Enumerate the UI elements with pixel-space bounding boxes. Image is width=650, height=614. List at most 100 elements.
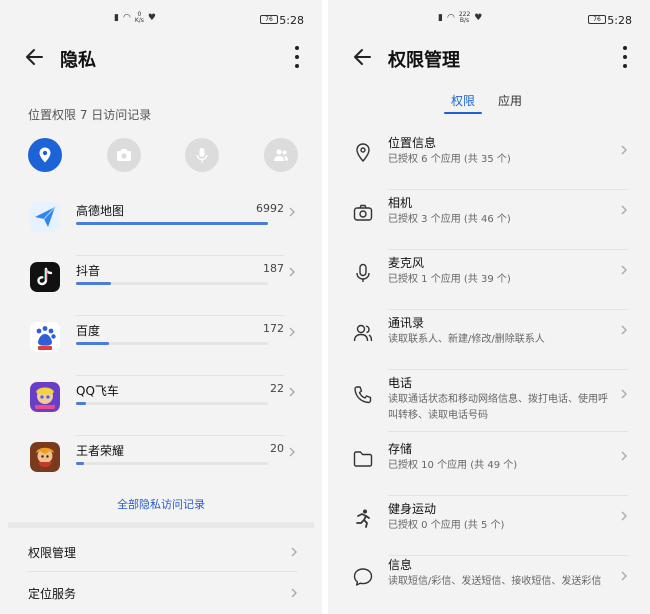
usage-bar: [76, 222, 268, 225]
usage-bar-fill: [76, 402, 86, 405]
back-arrow-icon[interactable]: [350, 44, 376, 70]
wifi-icon: ◠: [446, 13, 455, 23]
menu-item-location-services[interactable]: 定位服务: [28, 573, 298, 613]
section-separator: [8, 522, 314, 528]
access-count: 187: [263, 262, 284, 275]
location-icon: [39, 147, 51, 163]
permission-messages[interactable]: 信息 读取短信/彩信、发送短信、接收短信、发送彩信: [352, 552, 628, 614]
qq-speed-icon: [30, 382, 60, 412]
tab-indicator: [444, 112, 482, 114]
permission-title: 麦克风: [388, 256, 425, 270]
chevron-right-icon: [289, 207, 295, 217]
page-title: 权限管理: [388, 50, 460, 71]
chevron-right-icon: [621, 511, 627, 521]
permission-contacts[interactable]: 通讯录 读取联系人、新建/修改/删除联系人: [352, 310, 628, 370]
all-privacy-records-link[interactable]: 全部隐私访问记录: [0, 496, 322, 512]
chevron-right-icon: [289, 267, 295, 277]
divider: [28, 571, 298, 572]
battery-icon: 76: [588, 15, 606, 24]
chevron-right-icon: [289, 387, 295, 397]
header: 隐私: [0, 40, 322, 74]
permission-title: 通讯录: [388, 316, 425, 330]
usage-bar: [76, 342, 268, 345]
chevron-right-icon: [621, 205, 627, 215]
permission-title: 位置信息: [388, 136, 437, 150]
access-count: 6992: [256, 202, 284, 215]
microphone-icon: [356, 263, 370, 282]
nfc-icon: ▮: [438, 13, 443, 23]
permission-storage[interactable]: 存储 已授权 10 个应用 (共 49 个): [352, 436, 628, 496]
permission-title: 电话: [388, 376, 413, 390]
camera-icon: [117, 149, 131, 161]
usage-bar-fill: [76, 342, 109, 345]
permission-camera[interactable]: 相机 已授权 3 个应用 (共 46 个): [352, 190, 628, 250]
permission-microphone[interactable]: 麦克风 已授权 1 个应用 (共 39 个): [352, 250, 628, 310]
chevron-right-icon: [291, 588, 297, 598]
status-bar: ▮ ◠ 0 K/s ♥ 76 5:28: [0, 8, 322, 28]
chevron-right-icon: [289, 327, 295, 337]
page-title: 隐私: [60, 50, 96, 71]
app-name: 王者荣耀: [76, 444, 125, 458]
permission-summary: 读取通话状态和移动网络信息、拨打电话、使用呼叫转移、读取电话号码: [388, 394, 608, 421]
chevron-right-icon: [291, 547, 297, 557]
app-row-qq-speed[interactable]: QQ飞车 22: [28, 376, 298, 436]
location-pin-icon: [356, 143, 370, 163]
access-count: 172: [263, 322, 284, 335]
status-time: 5:28: [607, 14, 632, 27]
permission-summary: 读取联系人、新建/修改/删除联系人: [388, 334, 545, 345]
app-row-douyin[interactable]: 抖音 187: [28, 256, 298, 316]
tab-bar: 权限 应用: [328, 92, 650, 116]
app-name: 百度: [76, 324, 101, 338]
message-icon: [353, 568, 373, 586]
status-bar: ▮ ◠ 222 B/s ♥ 76 5:28: [328, 8, 650, 28]
chevron-right-icon: [621, 389, 627, 399]
camera-tab[interactable]: [107, 138, 141, 172]
menu-item-permission-manager[interactable]: 权限管理: [28, 532, 298, 572]
app-row-baidu[interactable]: 百度 172: [28, 316, 298, 376]
microphone-tab[interactable]: [185, 138, 219, 172]
chevron-right-icon: [621, 265, 627, 275]
tab-apps[interactable]: 应用: [498, 92, 522, 109]
more-options-icon[interactable]: [622, 46, 628, 68]
contacts-icon: [353, 324, 373, 342]
usage-bar-fill: [76, 282, 111, 285]
access-count: 20: [270, 442, 284, 455]
honor-of-kings-icon: [30, 442, 60, 472]
app-row-amap[interactable]: 高德地图 6992: [28, 196, 298, 256]
network-speed: 222 B/s: [458, 11, 471, 24]
app-name: QQ飞车: [76, 384, 119, 398]
usage-bar: [76, 282, 268, 285]
permission-phone[interactable]: 电话 读取通话状态和移动网络信息、拨打电话、使用呼叫转移、读取电话号码: [352, 370, 628, 432]
permission-category-tabs: [28, 138, 298, 172]
nfc-icon: ▮: [114, 13, 119, 23]
contacts-tab[interactable]: [264, 138, 298, 172]
permission-manager-screen: ▮ ◠ 222 B/s ♥ 76 5:28 权限管理 权限 应用 位置信息 已授…: [328, 0, 650, 614]
section-label: 位置权限 7 日访问记录: [28, 108, 152, 122]
usage-bar-fill: [76, 462, 84, 465]
permission-location[interactable]: 位置信息 已授权 6 个应用 (共 35 个): [352, 130, 628, 190]
wifi-icon: ◠: [122, 13, 131, 23]
back-arrow-icon[interactable]: [22, 44, 48, 70]
permission-summary: 已授权 1 个应用 (共 39 个): [388, 274, 511, 285]
location-tab[interactable]: [28, 138, 62, 172]
more-options-icon[interactable]: [294, 46, 300, 68]
permission-title: 存储: [388, 442, 413, 456]
heart-icon: ♥: [147, 13, 156, 23]
permission-summary: 已授权 6 个应用 (共 35 个): [388, 154, 511, 165]
usage-bar: [76, 462, 268, 465]
phone-icon: [354, 386, 372, 404]
chevron-right-icon: [621, 325, 627, 335]
permission-title: 信息: [388, 558, 413, 572]
permission-fitness[interactable]: 健身运动 已授权 0 个应用 (共 5 个): [352, 496, 628, 556]
app-row-honor-of-kings[interactable]: 王者荣耀 20: [28, 436, 298, 496]
contacts-icon: [274, 149, 288, 161]
network-speed: 0 K/s: [134, 11, 144, 24]
tab-permissions[interactable]: 权限: [451, 92, 475, 109]
microphone-icon: [196, 148, 208, 163]
baidu-icon: [30, 322, 60, 352]
permission-summary: 已授权 10 个应用 (共 49 个): [388, 460, 518, 471]
privacy-screen: ▮ ◠ 0 K/s ♥ 76 5:28 隐私 位置权限 7 日访问记录 高德地图…: [0, 0, 322, 614]
camera-icon: [353, 204, 373, 221]
usage-bar: [76, 402, 268, 405]
permission-title: 相机: [388, 196, 413, 210]
